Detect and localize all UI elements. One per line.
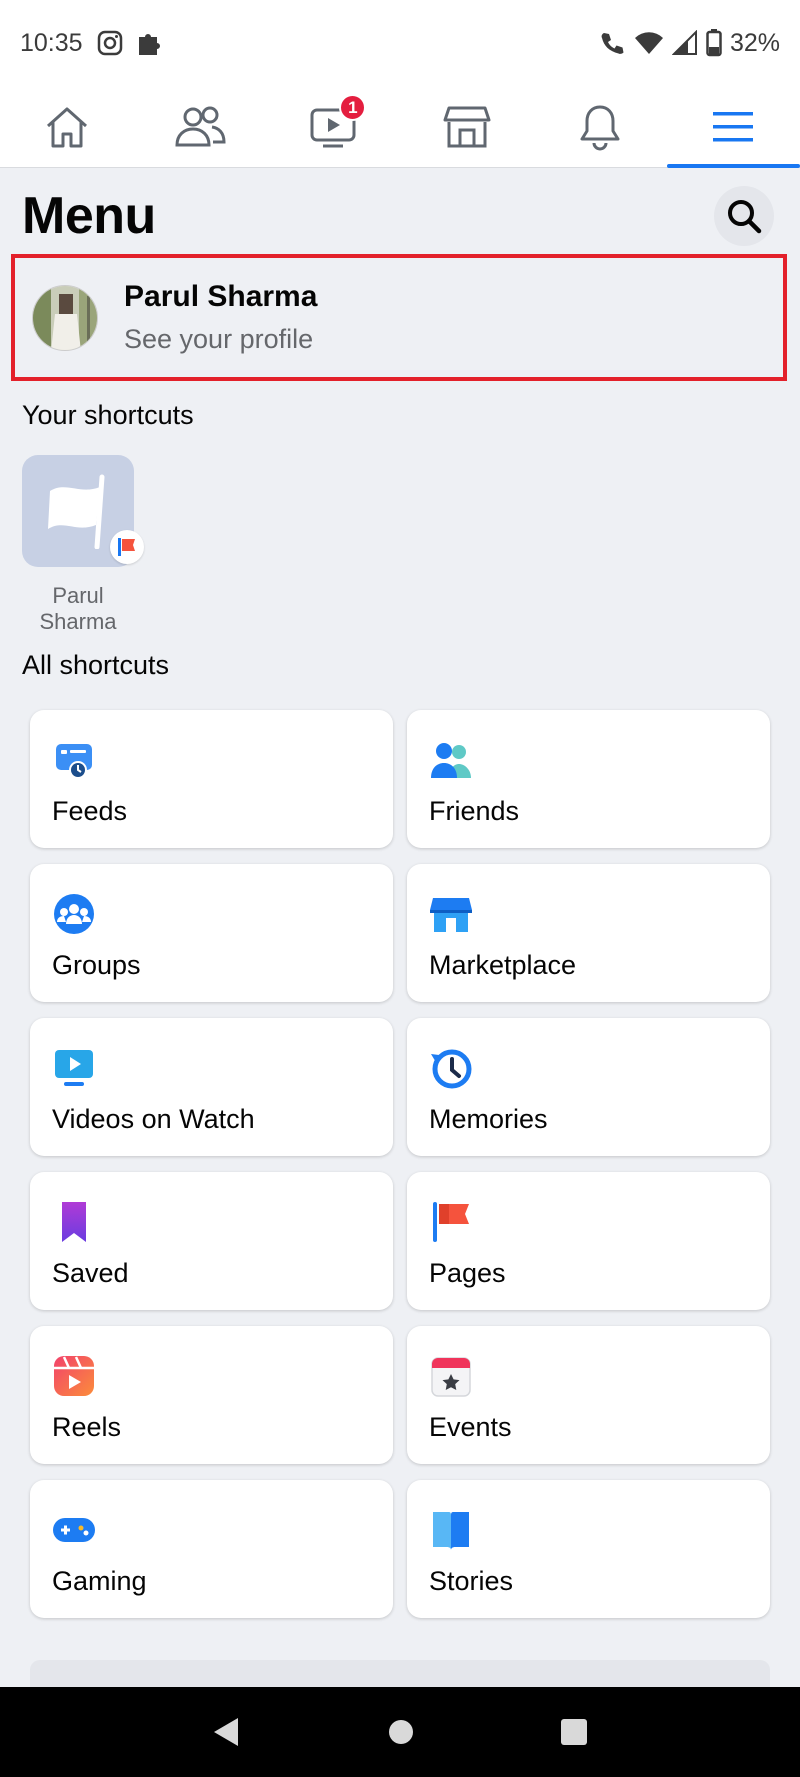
shortcut-card-videos-on-watch[interactable]: Videos on Watch [30,1018,393,1156]
battery-percent: 32% [729,28,780,57]
tab-menu[interactable] [666,86,800,168]
back-icon[interactable] [212,1716,242,1748]
shortcut-card-gaming[interactable]: Gaming [30,1480,393,1618]
card-label: Pages [429,1258,506,1288]
card-label: Saved [52,1258,129,1288]
feeds-icon [56,744,92,779]
groups-icon [54,894,94,934]
home-icon [46,107,87,147]
video-icon [55,1050,93,1086]
memories-icon [431,1049,472,1089]
shortcut-card-groups[interactable]: Groups [30,864,393,1002]
card-label: Friends [429,796,520,826]
gamepad-icon [53,1518,95,1542]
search-icon [728,200,762,234]
page-title: Menu [22,187,156,245]
card-label: Reels [52,1412,122,1442]
tab-friends[interactable] [133,86,266,167]
bookmark-icon [62,1202,86,1242]
shortcut-card-events[interactable]: Events [407,1326,770,1464]
friends-icon [431,743,471,778]
hamburger-icon [713,111,754,141]
book-icon [433,1512,469,1550]
calendar-icon [431,1357,471,1397]
shortcut-card-reels[interactable]: Reels [30,1326,393,1464]
bell-icon [580,105,620,150]
shortcut-label: Parul Sharma [39,583,117,634]
reels-icon [54,1356,94,1396]
friends-icon [175,106,226,146]
flag-icon [118,538,135,556]
card-label: Videos on Watch [52,1104,255,1134]
card-label: Events [429,1412,512,1442]
wifi-icon [634,32,663,54]
top-nav: 1 [0,86,800,168]
avatar [32,284,98,351]
status-time: 10:35 [20,28,83,57]
marketplace-icon [443,106,491,147]
instagram-icon [97,30,122,56]
shortcut-card-stories[interactable]: Stories [407,1480,770,1618]
shortcut-card-feeds[interactable]: Feeds [30,710,393,848]
home-circle-icon[interactable] [387,1718,415,1746]
profile-subtitle: See your profile [124,324,314,354]
shortcut-card-memories[interactable]: Memories [407,1018,770,1156]
recents-icon[interactable] [560,1718,588,1746]
card-label: Gaming [52,1566,147,1596]
watch-badge: 1 [339,94,367,121]
puzzle-icon [138,34,160,55]
card-label: Groups [52,950,141,980]
signal-icon [671,30,697,55]
android-nav-bar [0,1687,800,1777]
shortcut-card-friends[interactable]: Friends [407,710,770,848]
wifi-call-icon [601,33,624,54]
shortcut-card-saved[interactable]: Saved [30,1172,393,1310]
shortcuts-grid: Feeds Friends Groups Marketplace Videos … [30,710,770,1618]
status-bar: 10:35 32% [0,0,800,86]
marketplace-icon [430,898,472,932]
card-label: Feeds [52,796,128,826]
tab-watch[interactable]: 1 [267,86,400,167]
search-button[interactable] [714,186,774,246]
page-badge [110,530,144,564]
tab-home[interactable] [0,86,133,167]
flag-icon [48,474,105,549]
your-shortcuts-heading: Your shortcuts [22,400,194,430]
shortcut-card-pages[interactable]: Pages [407,1172,770,1310]
profile-name: Parul Sharma [124,280,318,313]
tab-marketplace[interactable] [400,86,533,167]
shortcut-card-marketplace[interactable]: Marketplace [407,864,770,1002]
card-label: Memories [429,1104,548,1134]
card-label: Marketplace [429,950,577,980]
card-label: Stories [429,1566,514,1596]
tab-notifications[interactable] [533,86,666,167]
battery-icon [706,29,722,57]
all-shortcuts-heading: All shortcuts [22,650,170,680]
profile-row[interactable]: Parul Sharma See your profile [11,254,787,381]
flag-icon [433,1202,469,1242]
